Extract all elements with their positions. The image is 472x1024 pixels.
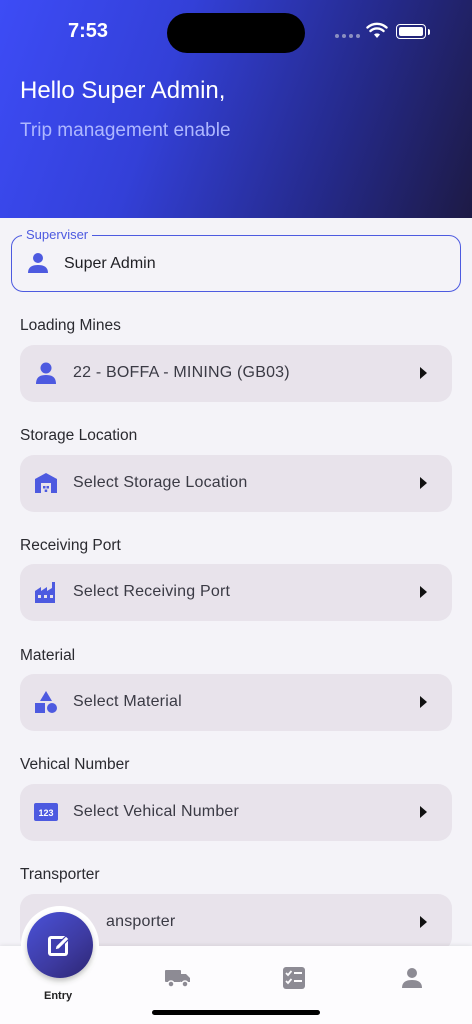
svg-text:123: 123: [38, 808, 53, 818]
transporter-value: ansporter: [106, 913, 176, 930]
shapes-icon: [35, 691, 57, 713]
receiving-port-select[interactable]: Select Receiving Port: [20, 564, 452, 621]
checklist-icon[interactable]: [283, 967, 305, 989]
profile-icon[interactable]: [401, 967, 423, 989]
receiving-port-label: Receiving Port: [20, 537, 121, 554]
header-banner: 7:53 Hello Super Admin, Trip management …: [0, 0, 472, 218]
home-indicator: [152, 1010, 320, 1015]
arrow-right-icon: [420, 477, 427, 489]
loading-mines-select[interactable]: 22 - BOFFA - MINING (GB03): [20, 345, 452, 402]
person-icon: [28, 253, 48, 273]
arrow-right-icon: [420, 586, 427, 598]
arrow-right-icon: [420, 696, 427, 708]
material-label: Material: [20, 647, 76, 664]
storage-location-value: Select Storage Location: [73, 474, 248, 491]
vehical-number-select[interactable]: 123 Select Vehical Number: [20, 784, 452, 841]
dynamic-island: [167, 13, 305, 53]
greeting-title: Hello Super Admin,: [20, 77, 226, 104]
supervisor-field[interactable]: Superviser Super Admin: [11, 227, 461, 292]
factory-icon: [35, 582, 55, 603]
entry-fab-button[interactable]: [27, 912, 93, 978]
receiving-port-value: Select Receiving Port: [73, 583, 231, 600]
greeting-subtitle: Trip management enable: [20, 120, 231, 141]
material-value: Select Material: [73, 693, 182, 710]
vehical-number-label: Vehical Number: [20, 756, 130, 773]
vehical-number-value: Select Vehical Number: [73, 803, 240, 820]
wifi-icon: [366, 22, 388, 38]
arrow-right-icon: [420, 916, 427, 928]
material-select[interactable]: Select Material: [20, 674, 452, 731]
edit-icon: [48, 935, 70, 956]
battery-icon: [396, 24, 426, 39]
status-time: 7:53: [68, 20, 109, 42]
cellular-signal-icon: [335, 34, 360, 38]
transporter-label: Transporter: [20, 866, 100, 883]
arrow-right-icon: [420, 806, 427, 818]
supervisor-value: Super Admin: [64, 255, 156, 272]
truck-icon[interactable]: [165, 967, 191, 989]
number-123-icon: 123: [34, 803, 58, 821]
person-icon: [36, 362, 56, 384]
loading-mines-value: 22 - BOFFA - MINING (GB03): [73, 364, 290, 381]
storage-location-select[interactable]: Select Storage Location: [20, 455, 452, 512]
storage-location-label: Storage Location: [20, 427, 138, 444]
supervisor-label: Superviser: [22, 227, 93, 242]
loading-mines-label: Loading Mines: [20, 317, 121, 334]
nav-entry-label[interactable]: Entry: [44, 990, 72, 1002]
warehouse-icon: [35, 473, 57, 493]
arrow-right-icon: [420, 367, 427, 379]
